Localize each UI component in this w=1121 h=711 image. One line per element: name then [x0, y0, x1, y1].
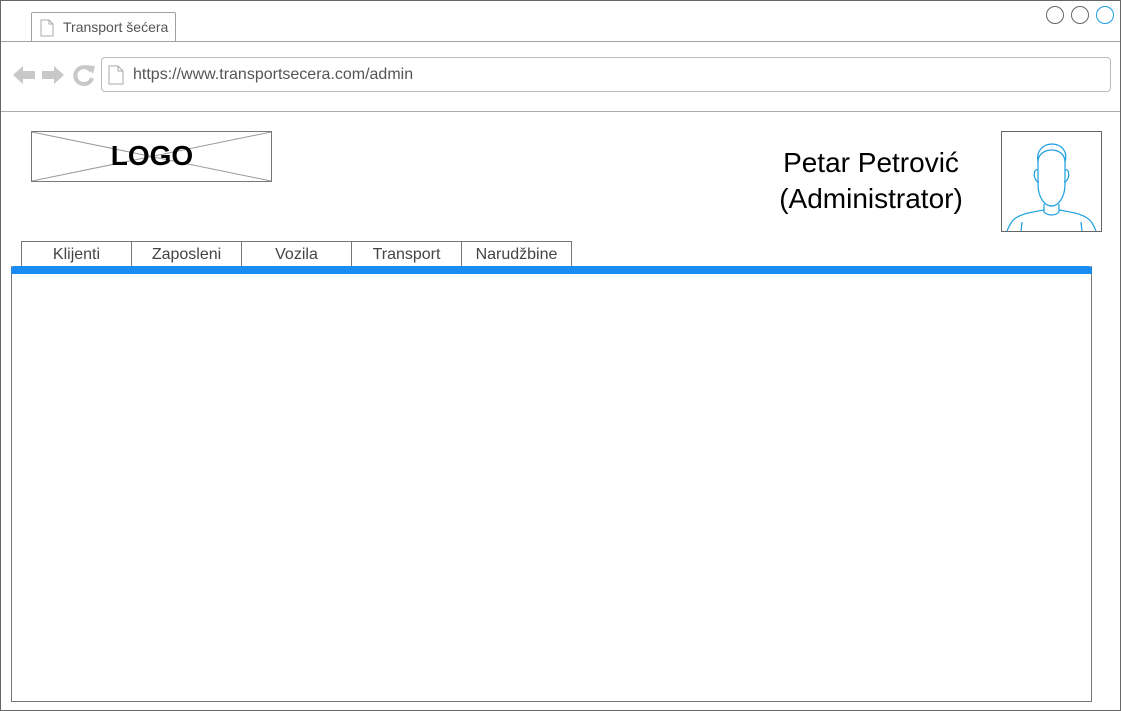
toolbar-divider [1, 111, 1120, 112]
tab-transport[interactable]: Transport [351, 241, 462, 268]
close-button[interactable] [1096, 6, 1114, 24]
logo-text: LOGO [110, 140, 194, 171]
browser-tab[interactable]: Transport šećera [31, 12, 176, 42]
browser-window: Transport šećera https://www.transportse… [0, 0, 1121, 711]
tab-vozila[interactable]: Vozila [241, 241, 352, 268]
tab-strip-divider [1, 41, 1120, 42]
content-panel [11, 266, 1092, 702]
back-arrow-icon[interactable] [12, 63, 36, 87]
browser-tab-title: Transport šećera [63, 19, 169, 35]
tab-narudzbine[interactable]: Narudžbine [461, 241, 572, 268]
user-role: (Administrator) [779, 183, 963, 214]
reload-icon[interactable] [72, 63, 96, 87]
page-icon [108, 65, 124, 85]
user-name: Petar Petrović [783, 147, 959, 178]
tab-zaposleni[interactable]: Zaposleni [131, 241, 242, 268]
user-avatar-icon [1006, 143, 1097, 232]
forward-arrow-icon[interactable] [41, 63, 65, 87]
address-bar[interactable]: https://www.transportsecera.com/admin [101, 57, 1111, 92]
logo: LOGO [31, 131, 272, 182]
tab-klijenti[interactable]: Klijenti [21, 241, 132, 268]
maximize-button[interactable] [1071, 6, 1089, 24]
content-accent-bar [11, 266, 1092, 274]
avatar[interactable] [1001, 131, 1102, 232]
url-text: https://www.transportsecera.com/admin [133, 66, 414, 83]
user-info: Petar Petrović (Administrator) [761, 145, 981, 217]
file-icon [40, 19, 54, 37]
minimize-button[interactable] [1046, 6, 1064, 24]
